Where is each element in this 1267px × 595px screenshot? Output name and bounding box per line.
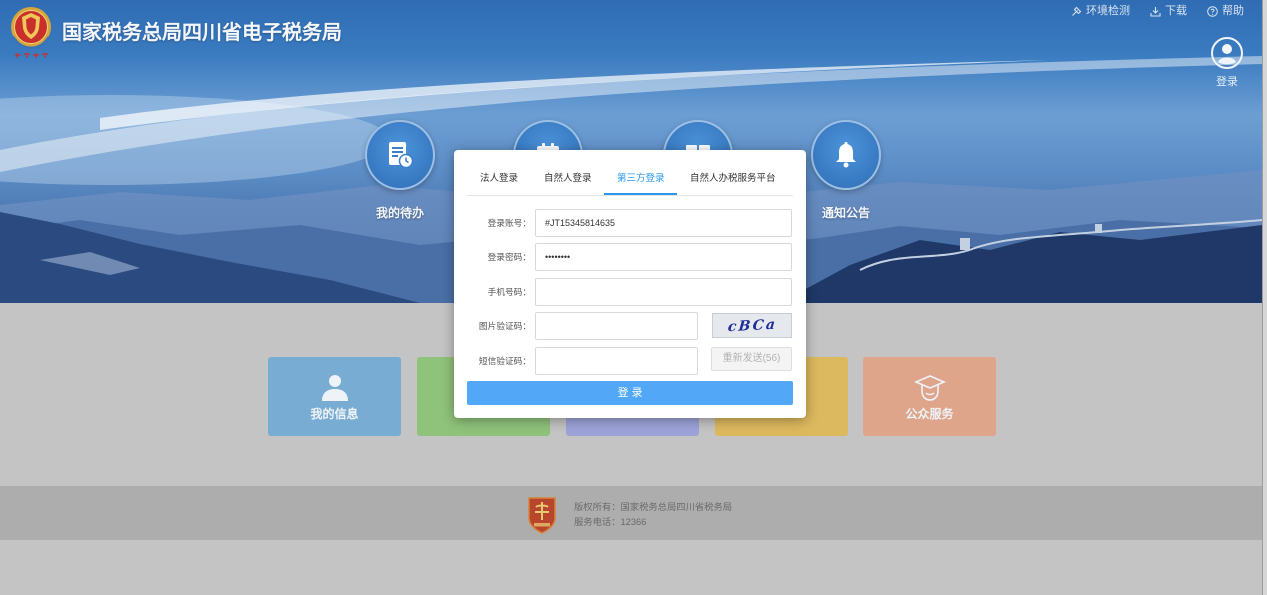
- footer-phone: 服务电话：12366: [574, 517, 647, 527]
- footer-copyright: 版权所有：国家税务总局四川省税务局: [574, 502, 733, 512]
- sms-code-input[interactable]: [535, 347, 698, 375]
- login-modal: 法人登录 自然人登录 第三方登录 自然人办税服务平台 登录账号： 登录密码： 手…: [454, 150, 806, 418]
- user-avatar-icon: [1211, 37, 1243, 69]
- download-label: 下载: [1165, 5, 1187, 17]
- tax-emblem-logo: [11, 7, 51, 58]
- nav-my-todo[interactable]: 我的待办: [350, 120, 450, 220]
- footer: 版权所有：国家税务总局四川省税务局 服务电话：12366: [0, 486, 1262, 540]
- tax-shield-emblem-icon: [528, 497, 556, 534]
- resend-sms-button[interactable]: 重新发送(56): [711, 347, 792, 371]
- site-title: 国家税务总局四川省电子税务局: [62, 22, 342, 44]
- tile-my-info[interactable]: 我的信息: [268, 357, 401, 436]
- env-check-label: 环境检测: [1086, 5, 1130, 17]
- tile-my-info-label: 我的信息: [310, 407, 359, 421]
- page-root: 国家税务总局四川省电子税务局 环境检测 下载 帮助 登录 我的待办 通知公告 我…: [0, 0, 1267, 595]
- login-submit-button[interactable]: 登 录: [467, 381, 793, 405]
- phone-label: 手机号码：: [487, 287, 531, 297]
- nav-my-todo-label: 我的待办: [375, 206, 424, 220]
- graduation-cap-icon: [913, 375, 946, 401]
- nav-notices-label: 通知公告: [821, 206, 870, 220]
- env-check-link[interactable]: 环境检测: [1071, 4, 1130, 19]
- nav-notices[interactable]: 通知公告: [796, 120, 896, 220]
- help-label: 帮助: [1222, 5, 1244, 17]
- person-icon: [321, 375, 348, 401]
- captcha-input[interactable]: [535, 312, 698, 340]
- account-label: 登录账号：: [487, 218, 531, 228]
- phone-input[interactable]: [535, 278, 792, 306]
- login-user-button[interactable]: 登录: [1208, 36, 1246, 90]
- tab-natural-person-platform[interactable]: 自然人办税服务平台: [690, 173, 776, 185]
- env-check-icon: [1072, 6, 1082, 16]
- todo-document-icon: [389, 142, 414, 169]
- help-icon: [1207, 6, 1218, 17]
- tab-legal-person-login[interactable]: 法人登录: [480, 173, 518, 185]
- download-link[interactable]: 下载: [1150, 4, 1187, 19]
- captcha-label: 图片验证码：: [478, 321, 531, 331]
- password-label: 登录密码：: [487, 252, 531, 262]
- password-input[interactable]: [535, 243, 792, 271]
- tab-natural-person-login[interactable]: 自然人登录: [544, 173, 592, 185]
- sms-code-label: 短信验证码：: [478, 356, 531, 366]
- login-user-label: 登录: [1216, 76, 1238, 88]
- download-icon: [1150, 7, 1161, 17]
- help-link[interactable]: 帮助: [1207, 4, 1244, 19]
- captcha-text: cBCa: [726, 316, 778, 335]
- vertical-scrollbar[interactable]: [1262, 0, 1267, 595]
- tab-third-party-login[interactable]: 第三方登录: [617, 173, 665, 185]
- captcha-image[interactable]: cBCa: [712, 313, 792, 338]
- nav-circle: [365, 120, 435, 190]
- bell-icon: [836, 142, 856, 168]
- nav-circle: [811, 120, 881, 190]
- tab-divider: [467, 195, 793, 196]
- tile-public-service[interactable]: 公众服务: [863, 357, 996, 436]
- tile-public-service-label: 公众服务: [905, 407, 954, 421]
- account-input[interactable]: [535, 209, 792, 237]
- active-tab-indicator: [604, 193, 677, 195]
